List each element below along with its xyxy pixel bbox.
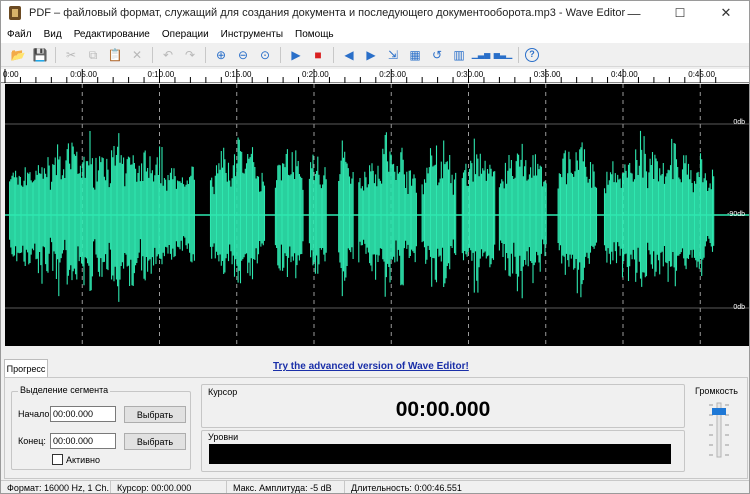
equalizer-icon[interactable]: ▁▃▅ bbox=[472, 46, 490, 64]
copy-icon[interactable]: ⧉ bbox=[84, 46, 102, 64]
status-max-amplitude: Макс. Амплитуда: -5 dB bbox=[227, 481, 345, 493]
zoom-fit-icon[interactable]: ⊙ bbox=[256, 46, 274, 64]
menu-help[interactable]: Помощь bbox=[289, 29, 340, 40]
ruler-tick-label: 0:00 bbox=[3, 70, 19, 79]
waveform-canvas[interactable] bbox=[5, 84, 749, 346]
waveform-signal bbox=[9, 130, 715, 302]
volume-slider-graphic[interactable] bbox=[708, 401, 730, 459]
zoom-in-icon[interactable]: ⊕ bbox=[212, 46, 230, 64]
toolbar: 📂 💾 ✂ ⧉ 📋 ✕ ↶ ↷ ⊕ ⊖ ⊙ ▶ ■ ◀ ▶ ⇲ ▦ ↺ ▥ ▁▃▅ ▅▃▁? bbox=[1, 43, 749, 67]
status-bar: Формат: 16000 Hz, 1 Ch. Курсор: 00:00.00… bbox=[1, 480, 749, 493]
window-title: PDF – файловый формат, служащий для созд… bbox=[29, 7, 626, 19]
delete-icon[interactable]: ✕ bbox=[128, 46, 146, 64]
ruler-tick-label: 0:20.00 bbox=[302, 70, 329, 79]
db-label-bottom: 0db bbox=[733, 304, 745, 311]
tab-strip: Прогресс Try the advanced version of Wav… bbox=[1, 359, 749, 379]
db-label-middle: -90db bbox=[727, 211, 745, 218]
progress-panel: Выделение сегмента Начало: Выбрать Конец… bbox=[4, 377, 748, 479]
start-label: Начало: bbox=[18, 409, 52, 419]
segment-selection-group: Выделение сегмента Начало: Выбрать Конец… bbox=[11, 385, 191, 470]
select-start-button[interactable]: Выбрать bbox=[124, 406, 186, 423]
promo-link[interactable]: Try the advanced version of Wave Editor! bbox=[273, 361, 469, 372]
status-format: Формат: 16000 Hz, 1 Ch. bbox=[1, 481, 111, 493]
fade-out-icon[interactable]: ▶ bbox=[362, 46, 380, 64]
open-folder-icon[interactable]: 📂 bbox=[9, 46, 27, 64]
minimize-icon[interactable]: — bbox=[611, 1, 657, 25]
cut-icon[interactable]: ✂ bbox=[62, 46, 80, 64]
menu-bar: Файл Вид Редактирование Операции Инструм… bbox=[1, 25, 749, 43]
ruler-tick-label: 0:15.00 bbox=[224, 70, 252, 79]
toolbar-separator bbox=[55, 46, 56, 63]
stop-icon[interactable]: ■ bbox=[309, 46, 327, 64]
levels-meter bbox=[209, 444, 671, 464]
active-checkbox[interactable] bbox=[52, 454, 63, 465]
ruler-tick-label: 0:35.00 bbox=[533, 70, 561, 79]
wave-editor-window: PDF – файловый формат, служащий для созд… bbox=[0, 0, 750, 494]
undo-icon[interactable]: ↶ bbox=[159, 46, 177, 64]
toolbar-separator bbox=[333, 46, 334, 63]
cursor-time-display: 00:00.000 bbox=[395, 398, 491, 421]
spectrum-icon[interactable]: ▅▃▁ bbox=[494, 46, 512, 64]
fade-in-icon[interactable]: ◀ bbox=[340, 46, 358, 64]
app-icon bbox=[9, 6, 21, 20]
menu-tools[interactable]: Инструменты bbox=[215, 29, 289, 40]
time-ruler: 0:00 0:05.00 0:10.00 0:15.00 0:20.00 0:25.00 0… bbox=[1, 69, 749, 83]
volume-slider[interactable] bbox=[708, 401, 730, 459]
levels-group-title: Уровни bbox=[208, 432, 239, 442]
maximize-icon[interactable]: ☐ bbox=[657, 1, 703, 25]
save-icon[interactable]: 💾 bbox=[31, 46, 49, 64]
reverse-icon[interactable]: ↺ bbox=[428, 46, 446, 64]
status-cursor: Курсор: 00:00.000 bbox=[111, 481, 227, 493]
ruler-tick-label: 0:30.00 bbox=[456, 70, 484, 79]
status-duration: Длительность: 0:00:46.551 bbox=[351, 483, 462, 493]
volume-group: Громкость bbox=[691, 384, 745, 472]
segment-group-title: Выделение сегмента bbox=[18, 385, 111, 395]
toolbar-separator bbox=[518, 46, 519, 63]
ruler-tick-label: 0:45.00 bbox=[688, 70, 715, 79]
end-time-input[interactable] bbox=[50, 433, 116, 449]
volume-group-title: Громкость bbox=[695, 386, 738, 396]
ruler-tick-label: 0:05.00 bbox=[70, 70, 97, 79]
toolbar-separator bbox=[280, 46, 281, 63]
menu-view[interactable]: Вид bbox=[38, 29, 68, 40]
active-label: Активно bbox=[66, 455, 100, 465]
select-end-button[interactable]: Выбрать bbox=[124, 433, 186, 450]
close-icon[interactable]: ✕ bbox=[703, 1, 749, 25]
end-label: Конец: bbox=[18, 436, 46, 446]
play-icon[interactable]: ▶ bbox=[287, 46, 305, 64]
toolbar-separator bbox=[205, 46, 206, 63]
cursor-group-title: Курсор bbox=[208, 387, 238, 397]
ruler-tick-label: 0:40.00 bbox=[611, 70, 638, 79]
cursor-group: Курсор 00:00.000 bbox=[201, 384, 685, 428]
tab-progress[interactable]: Прогресс bbox=[4, 359, 48, 377]
start-time-input[interactable] bbox=[50, 406, 116, 422]
paste-icon[interactable]: 📋 bbox=[106, 46, 124, 64]
waveform-view[interactable]: 0db -90db 0db bbox=[5, 84, 749, 346]
menu-edit[interactable]: Редактирование bbox=[68, 29, 156, 40]
db-label-top: 0db bbox=[733, 119, 745, 126]
redo-icon[interactable]: ↷ bbox=[181, 46, 199, 64]
levels-group: Уровни bbox=[201, 430, 685, 472]
zoom-out-icon[interactable]: ⊖ bbox=[234, 46, 252, 64]
menu-operations[interactable]: Операции bbox=[156, 29, 215, 40]
help-icon[interactable]: ? bbox=[525, 47, 539, 62]
normalize-icon[interactable]: ▥ bbox=[450, 46, 468, 64]
menu-file[interactable]: Файл bbox=[1, 29, 38, 40]
ruler-tick-label: 0:10.00 bbox=[147, 70, 175, 79]
toolbar-separator bbox=[152, 46, 153, 63]
ruler-tick-label: 0:25.00 bbox=[379, 70, 406, 79]
amplify-icon[interactable]: ▦ bbox=[406, 46, 424, 64]
trim-icon[interactable]: ⇲ bbox=[384, 46, 402, 64]
title-bar: PDF – файловый формат, служащий для созд… bbox=[1, 1, 749, 25]
